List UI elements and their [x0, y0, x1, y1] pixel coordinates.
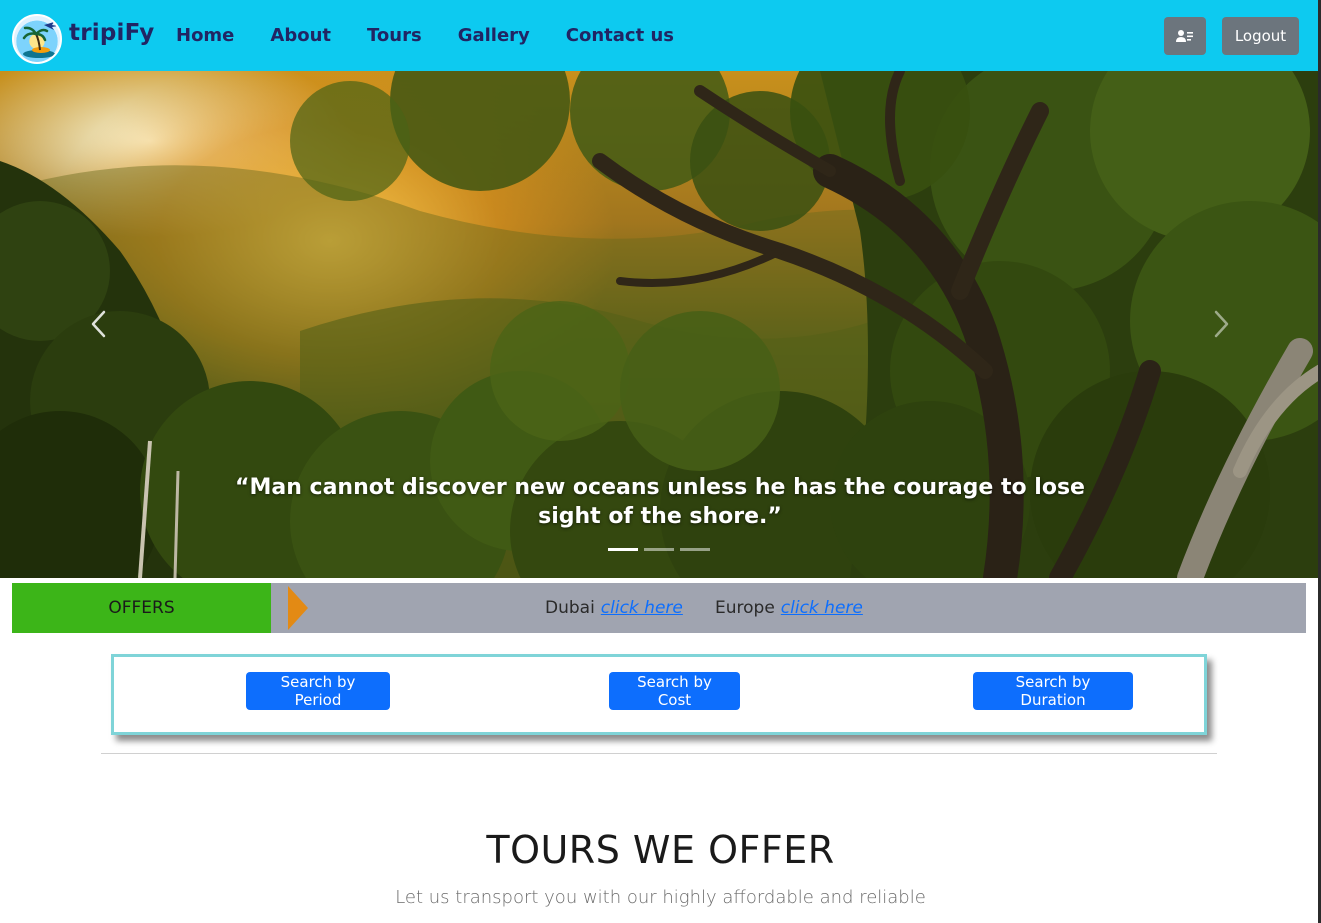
profile-button[interactable]: [1164, 17, 1206, 55]
island-plane-logo-icon[interactable]: [12, 14, 62, 64]
offer-link-dubai[interactable]: click here: [601, 598, 683, 618]
nav-tours[interactable]: Tours: [349, 25, 440, 46]
nav-gallery[interactable]: Gallery: [440, 25, 548, 46]
user-card-icon: [1176, 30, 1193, 42]
navbar: tripiFy Home About Tours Gallery Contact…: [0, 0, 1321, 71]
search-panel: Search by Period Search by Cost Search b…: [111, 654, 1207, 735]
offers-label: OFFERS: [12, 583, 271, 633]
search-by-cost-button[interactable]: Search by Cost: [609, 672, 740, 710]
hero-carousel: “Man cannot discover new oceans unless h…: [0, 71, 1321, 578]
offer-item-europe: Europe click here: [715, 583, 863, 633]
offer-name: Europe: [715, 598, 775, 618]
hero-caption: “Man cannot discover new oceans unless h…: [235, 475, 1085, 529]
carousel-indicator-1[interactable]: [608, 548, 638, 551]
offer-name: Dubai: [545, 598, 595, 618]
carousel-indicator-3[interactable]: [680, 548, 710, 551]
carousel-indicator-2[interactable]: [644, 548, 674, 551]
nav-links: Home About Tours Gallery Contact us: [158, 0, 692, 71]
tours-section-subtitle: Let us transport you with our highly aff…: [395, 887, 926, 908]
section-divider: [101, 753, 1217, 754]
offer-item-dubai: Dubai click here: [545, 583, 683, 633]
offers-arrow-icon: [288, 586, 308, 630]
nav-contact[interactable]: Contact us: [548, 25, 692, 46]
chevron-right-icon[interactable]: [1210, 309, 1232, 339]
brand-name[interactable]: tripiFy: [69, 20, 154, 46]
nav-home[interactable]: Home: [158, 25, 252, 46]
search-by-duration-button[interactable]: Search by Duration: [973, 672, 1133, 710]
tours-section-title: TOURS WE OFFER: [486, 828, 835, 872]
nav-about[interactable]: About: [252, 25, 349, 46]
logout-button[interactable]: Logout: [1222, 17, 1299, 55]
offer-link-europe[interactable]: click here: [781, 598, 863, 618]
chevron-left-icon[interactable]: [88, 309, 110, 339]
carousel-indicators: [608, 548, 710, 551]
offers-bar: OFFERS Dubai click here Europe click her…: [12, 583, 1306, 633]
search-by-period-button[interactable]: Search by Period: [246, 672, 390, 710]
